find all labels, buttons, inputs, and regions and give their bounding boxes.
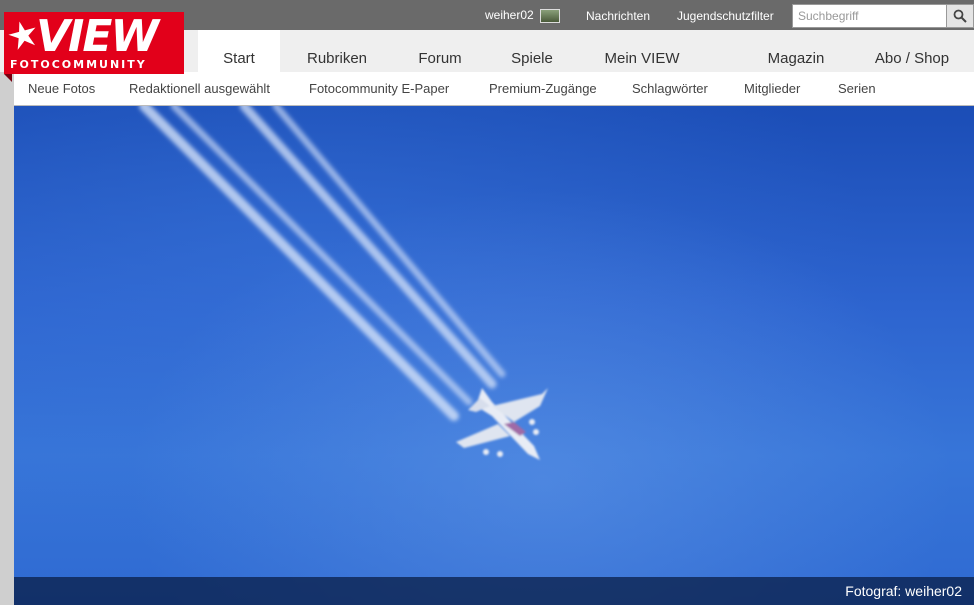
user-menu[interactable]: weiher02 <box>485 0 560 30</box>
photographer-credit[interactable]: Fotograf: weiher02 <box>845 577 962 605</box>
subnav-neue-fotos[interactable]: Neue Fotos <box>28 72 95 106</box>
photo-image <box>139 106 548 460</box>
tab-magazin[interactable]: Magazin <box>760 30 832 72</box>
subnav-mitglieder[interactable]: Mitglieder <box>744 72 800 106</box>
avatar[interactable] <box>539 9 560 23</box>
contrails <box>139 106 506 421</box>
subnav-schlagwoerter[interactable]: Schlagwörter <box>632 72 708 106</box>
site-logo[interactable]: VIEW FOTOCOMMUNITY <box>4 12 184 74</box>
photo-credit-bar: Fotograf: weiher02 <box>14 577 974 605</box>
logo-wordmark: VIEW <box>36 11 159 62</box>
subnav-epaper[interactable]: Fotocommunity E-Paper <box>309 72 449 106</box>
tab-mein-view[interactable]: Mein VIEW <box>596 30 688 72</box>
youth-filter-link[interactable]: Jugendschutzfilter <box>677 0 774 30</box>
search-box <box>792 4 974 28</box>
left-rail <box>0 0 14 605</box>
search-button[interactable] <box>947 4 974 28</box>
search-input[interactable] <box>792 4 947 28</box>
tab-forum[interactable]: Forum <box>410 30 470 72</box>
logo-subtitle: FOTOCOMMUNITY <box>10 58 147 71</box>
star-icon <box>8 21 36 50</box>
messages-link[interactable]: Nachrichten <box>586 0 650 30</box>
username[interactable]: weiher02 <box>485 0 534 31</box>
main-photo[interactable]: Fotograf: weiher02 <box>14 106 974 605</box>
subnav-premium[interactable]: Premium-Zugänge <box>489 72 597 106</box>
subnav-serien[interactable]: Serien <box>838 72 876 106</box>
tab-rubriken[interactable]: Rubriken <box>298 30 376 72</box>
tab-abo-shop[interactable]: Abo / Shop <box>866 30 958 72</box>
tab-start[interactable]: Start <box>198 30 280 72</box>
logo-ribbon <box>4 74 12 82</box>
tab-spiele[interactable]: Spiele <box>504 30 560 72</box>
subnav-redaktionell[interactable]: Redaktionell ausgewählt <box>129 72 270 106</box>
search-icon <box>953 9 967 23</box>
sub-nav: Neue Fotos Redaktionell ausgewählt Fotoc… <box>14 72 974 106</box>
